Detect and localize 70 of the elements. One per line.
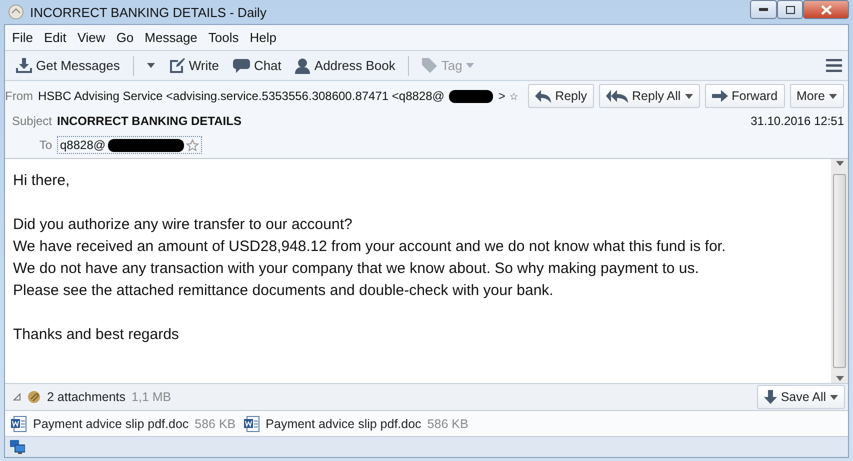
address-end: > (498, 89, 506, 103)
file-size: 586 KB (194, 416, 236, 430)
save-all-button[interactable]: Save All (756, 385, 845, 409)
sender-address: HSBC Advising Service <advising.service.5353556.308600.87471 <q8828@ (38, 89, 444, 103)
caret-icon (684, 94, 693, 98)
pencil-icon (168, 58, 185, 73)
caret-icon (146, 63, 155, 68)
file-size: 586 KB (427, 416, 468, 430)
network-icon (10, 440, 25, 454)
to-label: To (38, 138, 52, 152)
toolbar-button[interactable]: Chat (228, 56, 286, 75)
attachment-name[interactable]: Payment advice slip pdf.doc (33, 416, 189, 430)
person-icon (295, 58, 310, 74)
message-line: We have received an amount of USD28,948.12 from your account and we do not know what this fund is for. (13, 237, 727, 257)
forward-arrow-icon (712, 90, 728, 102)
from-label: From (5, 89, 33, 103)
menu-item[interactable]: Message (144, 30, 198, 45)
toolbar-button[interactable]: Address Book (290, 56, 400, 76)
action-button[interactable]: Forward (704, 84, 785, 108)
caret-icon (829, 94, 837, 98)
caret-icon (836, 161, 844, 166)
menu-item[interactable]: Help (250, 30, 277, 45)
app-icon (8, 4, 24, 20)
more-button[interactable]: More (790, 84, 844, 108)
menu-item[interactable]: Tools (208, 30, 239, 45)
star-icon[interactable] (186, 138, 199, 152)
reply-all-icon (606, 90, 628, 102)
caret-icon (830, 394, 838, 400)
attachment-size: 1,1 MB (132, 390, 172, 404)
minimize-button[interactable] (750, 0, 777, 19)
tag-icon (422, 58, 438, 73)
message-line: We do not have any transaction with your company that we know about. So why making payment to us. (13, 259, 700, 279)
minimize-icon (759, 8, 768, 11)
caret-icon (836, 376, 844, 381)
expand-toggle-icon[interactable] (13, 393, 21, 401)
menu-item[interactable]: Go (116, 30, 134, 45)
toolbar-button[interactable]: Get Messages (11, 56, 125, 75)
toolbar-button[interactable]: Write (164, 56, 224, 75)
action-button[interactable]: Reply All (599, 84, 700, 108)
star-icon[interactable] (510, 90, 518, 102)
subject-label: Subject (10, 114, 52, 128)
speech-bubble-icon (232, 58, 250, 73)
menu-item[interactable]: Edit (44, 30, 66, 45)
action-button[interactable]: Reply (528, 84, 594, 108)
caret-icon (466, 63, 474, 68)
window-title: INCORRECT BANKING DETAILS - Daily (30, 4, 268, 20)
scrollbar[interactable] (831, 159, 848, 383)
maximize-icon (786, 6, 794, 14)
down-arrow-icon (764, 390, 777, 404)
date-time: 31.10.2016 12:51 (750, 114, 844, 128)
download-icon (16, 58, 32, 73)
subject-text: INCORRECT BANKING DETAILS (57, 114, 242, 128)
reply-icon (535, 90, 552, 102)
attachment-name[interactable]: Payment advice slip pdf.doc (266, 416, 422, 430)
recipient-field[interactable]: q8828@ (57, 136, 202, 154)
message-line: Did you authorize any wire transfer to our account? (13, 215, 354, 235)
word-document-icon (11, 416, 27, 432)
maximize-button[interactable] (777, 0, 803, 19)
close-icon (820, 4, 832, 14)
menu-item[interactable]: File (12, 30, 33, 45)
menu-icon[interactable] (826, 59, 842, 72)
paperclip-icon (27, 390, 41, 404)
message-line: Hi there, (13, 171, 71, 191)
menu-item[interactable]: View (77, 30, 106, 45)
close-button[interactable] (803, 0, 849, 19)
message-line: Please see the attached remittance documents and double-check with your bank. (13, 281, 554, 301)
attachment-count[interactable]: 2 attachments (47, 390, 126, 404)
message-line: Thanks and best regards (13, 325, 180, 345)
redaction-bar (449, 90, 494, 102)
word-document-icon (244, 416, 260, 432)
